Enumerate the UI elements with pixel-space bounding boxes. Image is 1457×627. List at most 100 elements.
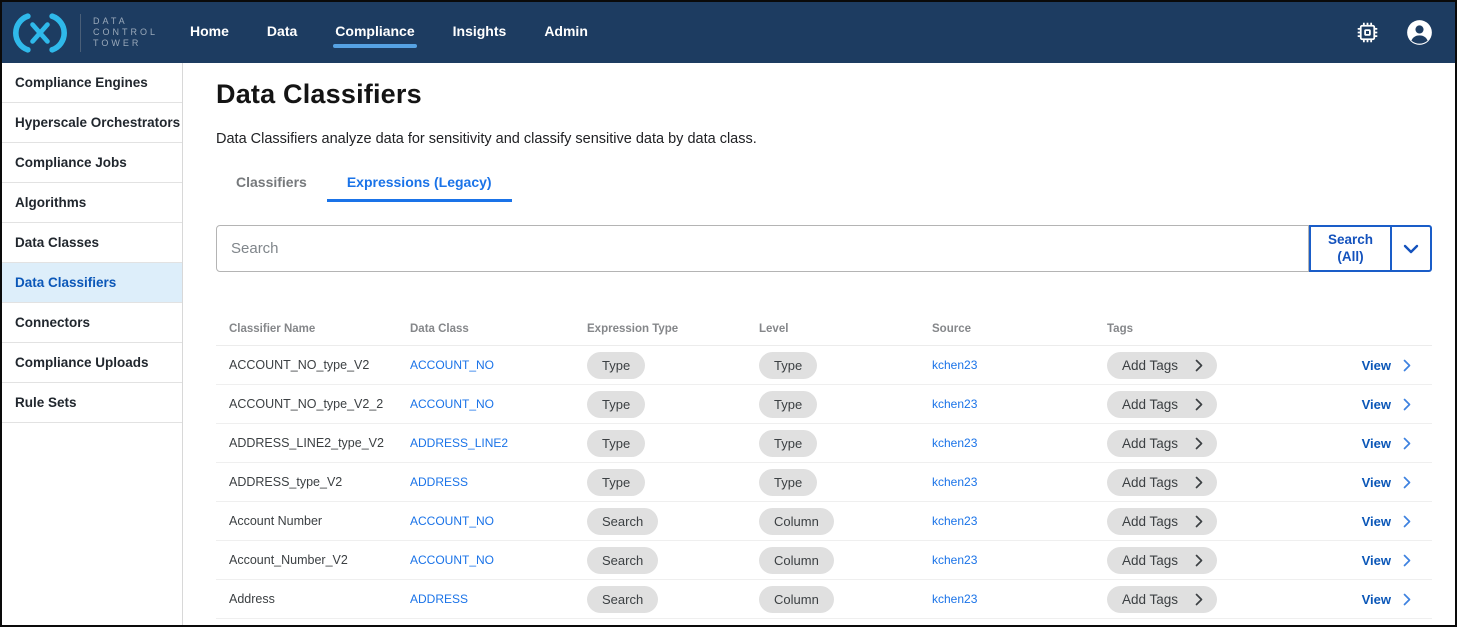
- source-link[interactable]: kchen23: [932, 436, 977, 450]
- source-link[interactable]: kchen23: [932, 553, 977, 567]
- source-link[interactable]: kchen23: [932, 514, 977, 528]
- sidebar-item[interactable]: Data Classifiers: [2, 263, 182, 303]
- brand-logo: DATA CONTROL TOWER: [12, 12, 158, 54]
- page-title: Data Classifiers: [216, 79, 1432, 110]
- source-link[interactable]: kchen23: [932, 358, 977, 372]
- brand-line-1: DATA: [93, 16, 158, 27]
- classifier-name: Address: [229, 592, 410, 606]
- account-icon[interactable]: [1406, 19, 1433, 46]
- add-tags-label: Add Tags: [1122, 553, 1178, 568]
- sidebar-item[interactable]: Data Classes: [2, 223, 182, 263]
- data-class-link[interactable]: ACCOUNT_NO: [410, 514, 494, 528]
- add-tags-button[interactable]: Add Tags: [1107, 352, 1217, 379]
- chevron-right-icon[interactable]: [1403, 593, 1411, 606]
- expression-type-badge: Type: [587, 352, 645, 379]
- data-class-link[interactable]: ADDRESS_LINE2: [410, 436, 508, 450]
- classifier-name: Account Number: [229, 514, 410, 528]
- view-link[interactable]: View: [1362, 358, 1391, 373]
- expression-type-badge: Search: [587, 547, 658, 574]
- sidebar-item[interactable]: Compliance Uploads: [2, 343, 182, 383]
- main-content: Data Classifiers Data Classifiers analyz…: [183, 63, 1455, 625]
- chevron-right-icon[interactable]: [1403, 359, 1411, 372]
- search-bar: Search (All): [216, 225, 1432, 272]
- data-class-link[interactable]: ADDRESS: [410, 475, 468, 489]
- data-class-link[interactable]: ACCOUNT_NO: [410, 358, 494, 372]
- classifier-name: ACCOUNT_NO_type_V2_2: [229, 397, 410, 411]
- dct-logo-icon: [12, 12, 68, 54]
- page-description: Data Classifiers analyze data for sensit…: [216, 131, 1432, 147]
- view-link[interactable]: View: [1362, 592, 1391, 607]
- search-options-dropdown-button[interactable]: [1390, 225, 1432, 272]
- add-tags-label: Add Tags: [1122, 436, 1178, 451]
- tab[interactable]: Classifiers: [216, 168, 327, 202]
- level-badge: Type: [759, 469, 817, 496]
- tab-bar: Classifiers Expressions (Legacy): [216, 168, 1432, 202]
- nav-item[interactable]: Insights: [453, 13, 507, 53]
- view-link[interactable]: View: [1362, 397, 1391, 412]
- source-link[interactable]: kchen23: [932, 475, 977, 489]
- chevron-right-icon[interactable]: [1403, 437, 1411, 450]
- sidebar-item[interactable]: Compliance Engines: [2, 63, 182, 103]
- source-link[interactable]: kchen23: [932, 592, 977, 606]
- chevron-right-icon[interactable]: [1403, 554, 1411, 567]
- nav-item[interactable]: Home: [190, 13, 229, 53]
- view-link[interactable]: View: [1362, 436, 1391, 451]
- chevron-right-icon: [1195, 593, 1203, 606]
- chevron-right-icon[interactable]: [1403, 476, 1411, 489]
- system-chip-icon[interactable]: [1355, 20, 1380, 45]
- chevron-right-icon[interactable]: [1403, 515, 1411, 528]
- column-header: Tags: [1107, 323, 1347, 335]
- tab[interactable]: Expressions (Legacy): [327, 168, 512, 202]
- classifier-name: Account_Number_V2: [229, 553, 410, 567]
- nav-item[interactable]: Data: [267, 13, 297, 53]
- nav-item[interactable]: Admin: [544, 13, 588, 53]
- add-tags-button[interactable]: Add Tags: [1107, 430, 1217, 457]
- chevron-right-icon: [1195, 359, 1203, 372]
- table-row: Address ADDRESS Search Column kchen23 Ad…: [216, 580, 1432, 619]
- expression-type-badge: Type: [587, 430, 645, 457]
- level-badge: Column: [759, 508, 834, 535]
- table-row: ACCOUNT_NO_type_V2_2 ACCOUNT_NO Type Typ…: [216, 385, 1432, 424]
- chevron-right-icon[interactable]: [1403, 398, 1411, 411]
- sidebar-item[interactable]: Hyperscale Orchestrators: [2, 103, 182, 143]
- add-tags-button[interactable]: Add Tags: [1107, 547, 1217, 574]
- sidebar-item[interactable]: Connectors: [2, 303, 182, 343]
- brand-text: DATA CONTROL TOWER: [93, 16, 158, 49]
- chevron-right-icon: [1195, 476, 1203, 489]
- view-link[interactable]: View: [1362, 514, 1391, 529]
- table-row: Account_Number_V2 ACCOUNT_NO Search Colu…: [216, 541, 1432, 580]
- expression-type-badge: Type: [587, 469, 645, 496]
- classifier-name: ACCOUNT_NO_type_V2: [229, 358, 410, 372]
- top-navbar: DATA CONTROL TOWER Home Data Compliance …: [2, 2, 1455, 63]
- add-tags-button[interactable]: Add Tags: [1107, 469, 1217, 496]
- expression-type-badge: Type: [587, 391, 645, 418]
- table-row: ACCOUNT_NO_type_V2 ACCOUNT_NO Type Type …: [216, 346, 1432, 385]
- sidebar-item[interactable]: Rule Sets: [2, 383, 182, 423]
- chevron-down-icon: [1403, 244, 1419, 254]
- data-class-link[interactable]: ACCOUNT_NO: [410, 553, 494, 567]
- source-link[interactable]: kchen23: [932, 397, 977, 411]
- level-badge: Column: [759, 547, 834, 574]
- nav-item[interactable]: Compliance: [335, 13, 414, 53]
- column-header: Data Class: [410, 323, 587, 335]
- sidebar-item[interactable]: Algorithms: [2, 183, 182, 223]
- level-badge: Type: [759, 391, 817, 418]
- expression-type-badge: Search: [587, 586, 658, 613]
- data-class-link[interactable]: ADDRESS: [410, 592, 468, 606]
- add-tags-button[interactable]: Add Tags: [1107, 508, 1217, 535]
- add-tags-button[interactable]: Add Tags: [1107, 586, 1217, 613]
- search-input[interactable]: [216, 225, 1309, 272]
- view-link[interactable]: View: [1362, 475, 1391, 490]
- view-link[interactable]: View: [1362, 553, 1391, 568]
- app-window: DATA CONTROL TOWER Home Data Compliance …: [0, 0, 1457, 627]
- sidebar: Compliance Engines Hyperscale Orchestrat…: [2, 63, 183, 625]
- data-class-link[interactable]: ACCOUNT_NO: [410, 397, 494, 411]
- add-tags-label: Add Tags: [1122, 592, 1178, 607]
- add-tags-label: Add Tags: [1122, 475, 1178, 490]
- search-all-button[interactable]: Search (All): [1309, 225, 1392, 272]
- sidebar-item[interactable]: Compliance Jobs: [2, 143, 182, 183]
- page-body: Compliance Engines Hyperscale Orchestrat…: [2, 63, 1455, 625]
- table-header-row: Classifier Name Data Class Expression Ty…: [216, 313, 1432, 346]
- classifiers-table: Classifier Name Data Class Expression Ty…: [216, 313, 1432, 619]
- add-tags-button[interactable]: Add Tags: [1107, 391, 1217, 418]
